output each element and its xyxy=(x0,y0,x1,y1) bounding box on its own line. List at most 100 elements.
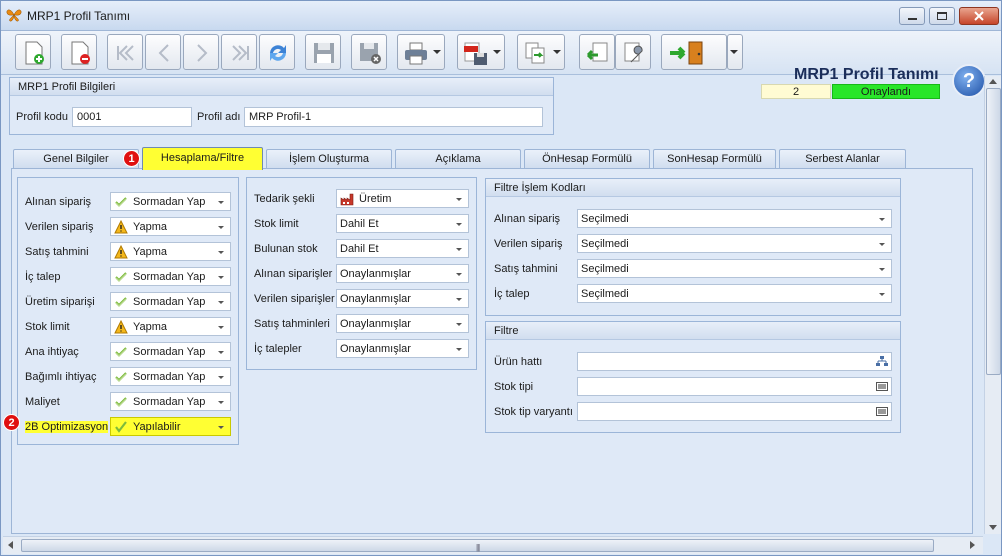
chevron-down-icon[interactable] xyxy=(218,351,224,354)
chevron-down-icon[interactable] xyxy=(218,201,224,204)
maximize-icon xyxy=(937,12,947,20)
chevron-down-icon[interactable] xyxy=(879,293,885,296)
supply-combo[interactable]: Dahil Et xyxy=(336,239,469,258)
next-record-button[interactable] xyxy=(183,34,219,70)
title-bar[interactable]: MRP1 Profil Tanımı xyxy=(1,1,1001,31)
chevron-down-icon[interactable] xyxy=(218,276,224,279)
tab-transaction-creation[interactable]: İşlem Oluşturma xyxy=(266,149,392,169)
filter-code-combo[interactable]: Seçilmedi xyxy=(577,209,892,228)
filter-field[interactable] xyxy=(577,352,892,371)
chevron-down-icon xyxy=(493,50,501,54)
calc-combo[interactable]: Yapılabilir xyxy=(110,417,231,436)
chevron-down-icon[interactable] xyxy=(456,298,462,301)
copy-icon xyxy=(525,42,545,64)
supply-combo[interactable]: Onaylanmışlar xyxy=(336,339,469,358)
tab-description[interactable]: Açıklama xyxy=(395,149,521,169)
filter-field[interactable] xyxy=(577,402,892,421)
scroll-down-icon[interactable] xyxy=(989,525,997,530)
chevron-down-icon[interactable] xyxy=(879,218,885,221)
calc-combo[interactable]: Sormadan Yap xyxy=(110,192,231,211)
first-record-button[interactable] xyxy=(107,34,143,70)
supply-combo[interactable]: Onaylanmışlar xyxy=(336,264,469,283)
scroll-up-icon[interactable] xyxy=(989,79,997,84)
chevron-down-icon[interactable] xyxy=(456,323,462,326)
save-and-close-button[interactable] xyxy=(351,34,387,70)
calc-label: Bağımlı ihtiyaç xyxy=(25,371,97,383)
help-button[interactable]: ? xyxy=(952,64,986,98)
minimize-button[interactable] xyxy=(899,7,925,25)
chevron-down-icon[interactable] xyxy=(456,198,462,201)
tab-pre-formula[interactable]: ÖnHesap Formülü xyxy=(524,149,650,169)
scroll-left-icon[interactable] xyxy=(8,541,13,549)
delete-document-icon xyxy=(71,41,90,65)
tools-button[interactable] xyxy=(615,34,651,70)
supply-combo-value: Onaylanmışlar xyxy=(340,293,411,305)
profile-code-field[interactable]: 0001 xyxy=(72,107,192,127)
chevron-down-icon[interactable] xyxy=(218,226,224,229)
tab-general[interactable]: Genel Bilgiler xyxy=(13,149,139,169)
vertical-scroll-thumb[interactable] xyxy=(986,88,1001,375)
filter-code-combo[interactable]: Seçilmedi xyxy=(577,234,892,253)
chevron-down-icon[interactable] xyxy=(456,248,462,251)
supply-combo[interactable]: Onaylanmışlar xyxy=(336,289,469,308)
chevron-down-icon[interactable] xyxy=(218,376,224,379)
chevron-down-icon[interactable] xyxy=(218,326,224,329)
close-button[interactable] xyxy=(959,7,999,25)
new-button[interactable] xyxy=(15,34,51,70)
exit-dropdown-button[interactable] xyxy=(727,34,743,70)
chevron-down-icon[interactable] xyxy=(456,223,462,226)
chevron-down-icon[interactable] xyxy=(218,251,224,254)
factory-icon xyxy=(340,192,354,206)
import-button[interactable] xyxy=(579,34,615,70)
delete-button[interactable] xyxy=(61,34,97,70)
filter-code-combo[interactable]: Seçilmedi xyxy=(577,284,892,303)
horizontal-scroll-thumb[interactable]: ||| xyxy=(21,539,934,552)
vertical-scrollbar[interactable] xyxy=(984,76,1001,534)
supply-label: Bulunan stok xyxy=(254,243,318,255)
supply-combo[interactable]: Dahil Et xyxy=(336,214,469,233)
check-icon xyxy=(114,370,128,384)
filter-label: Stok tip varyantı xyxy=(494,406,573,418)
chevron-down-icon[interactable] xyxy=(218,401,224,404)
calc-label: Maliyet xyxy=(25,396,60,408)
filter-code-combo[interactable]: Seçilmedi xyxy=(577,259,892,278)
tab-free-fields[interactable]: Serbest Alanlar xyxy=(779,149,906,169)
calc-combo[interactable]: Sormadan Yap xyxy=(110,292,231,311)
calc-label: Verilen sipariş xyxy=(25,221,94,233)
filter-field[interactable] xyxy=(577,377,892,396)
print-button[interactable] xyxy=(397,34,445,70)
previous-record-button[interactable] xyxy=(145,34,181,70)
chevron-down-icon[interactable] xyxy=(879,268,885,271)
list-picker-icon[interactable] xyxy=(876,381,888,392)
tab-calculation-filter[interactable]: Hesaplama/Filtre xyxy=(142,147,263,170)
maximize-button[interactable] xyxy=(929,7,955,25)
profile-name-field[interactable]: MRP Profil-1 xyxy=(244,107,543,127)
copy-button[interactable] xyxy=(517,34,565,70)
scroll-right-icon[interactable] xyxy=(970,541,975,549)
hierarchy-picker-icon[interactable] xyxy=(876,356,888,367)
refresh-button[interactable] xyxy=(259,34,295,70)
last-record-button[interactable] xyxy=(221,34,257,70)
calc-combo[interactable]: Sormadan Yap xyxy=(110,367,231,386)
supply-combo[interactable]: Onaylanmışlar xyxy=(336,314,469,333)
calc-combo[interactable]: Yapma xyxy=(110,242,231,261)
chevron-down-icon[interactable] xyxy=(456,348,462,351)
filter-title: Filtre xyxy=(486,322,900,340)
chevron-down-icon[interactable] xyxy=(218,301,224,304)
calc-combo[interactable]: Sormadan Yap xyxy=(110,392,231,411)
chevron-down-icon[interactable] xyxy=(218,426,224,429)
calc-combo[interactable]: Yapma xyxy=(110,217,231,236)
export-pdf-button[interactable] xyxy=(457,34,505,70)
save-button[interactable] xyxy=(305,34,341,70)
tab-post-formula[interactable]: SonHesap Formülü xyxy=(653,149,776,169)
chevron-down-icon[interactable] xyxy=(456,273,462,276)
calc-combo[interactable]: Sormadan Yap xyxy=(110,267,231,286)
calc-combo[interactable]: Yapma xyxy=(110,317,231,336)
supply-combo-value: Dahil Et xyxy=(340,243,379,255)
exit-button[interactable] xyxy=(661,34,727,70)
horizontal-scrollbar[interactable]: ||| xyxy=(3,536,983,554)
list-picker-icon[interactable] xyxy=(876,406,888,417)
calc-combo[interactable]: Sormadan Yap xyxy=(110,342,231,361)
chevron-down-icon[interactable] xyxy=(879,243,885,246)
supply-combo[interactable]: Üretim xyxy=(336,189,469,208)
